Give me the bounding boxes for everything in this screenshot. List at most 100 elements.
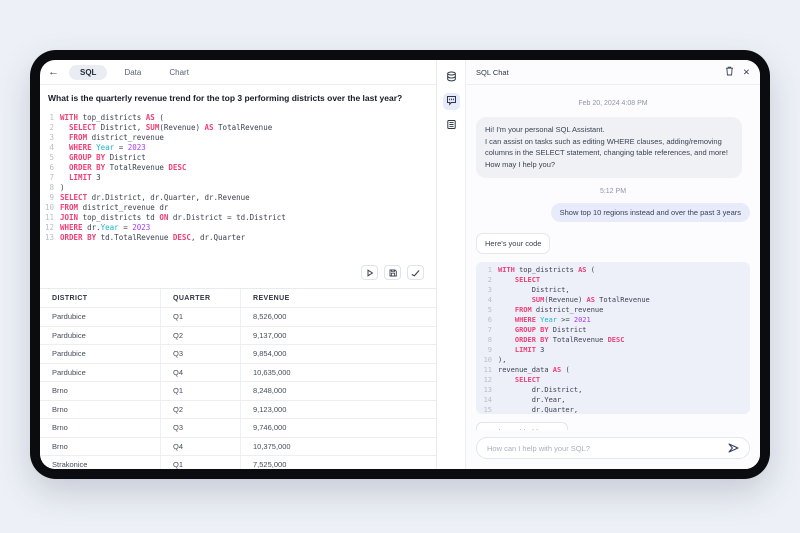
tab-chart[interactable]: Chart <box>158 65 200 80</box>
chat-time-stamp: 5:12 PM <box>476 188 750 195</box>
code-line: 10FROM district_revenue dr <box>40 203 436 213</box>
line-number: 9 <box>40 193 54 203</box>
table-cell: 10,635,000 <box>241 364 436 382</box>
line-number: 3 <box>476 285 492 295</box>
table-row: PardubiceQ410,635,000 <box>40 364 436 383</box>
code-line: 15 dr.Quarter, <box>476 405 750 414</box>
code-line: 8) <box>40 183 436 193</box>
code-line: 4 SUM(Revenue) AS TotalRevenue <box>476 295 750 305</box>
code-line: 7 GROUP BY District <box>476 325 750 335</box>
table-cell: Brno <box>40 419 161 437</box>
line-number: 7 <box>40 173 54 183</box>
table-cell: 10,375,000 <box>241 438 436 456</box>
chat-input-wrap <box>476 437 750 459</box>
chat-bubble-icon <box>446 93 457 111</box>
code-line: 1WITH top_districts AS ( <box>40 113 436 123</box>
line-number: 6 <box>476 315 492 325</box>
code-line: 10), <box>476 355 750 365</box>
run-query-button[interactable] <box>361 265 378 280</box>
code-line: 14 dr.Year, <box>476 395 750 405</box>
table-row: PardubiceQ18,526,000 <box>40 308 436 327</box>
line-number: 11 <box>40 213 54 223</box>
sidebar-item-chat[interactable] <box>443 93 460 110</box>
table-cell: Brno <box>40 401 161 419</box>
table-cell: Strakonice <box>40 456 161 469</box>
code-line: 13 dr.District, <box>476 385 750 395</box>
chat-input[interactable] <box>487 444 722 453</box>
code-line: 13ORDER BY td.TotalRevenue DESC, dr.Quar… <box>40 233 436 243</box>
code-line: 6 ORDER BY TotalRevenue DESC <box>40 163 436 173</box>
side-icon-rail <box>437 60 466 469</box>
line-number: 12 <box>40 223 54 233</box>
tab-data[interactable]: Data <box>113 65 152 80</box>
save-query-button[interactable] <box>384 265 401 280</box>
table-row: PardubiceQ39,854,000 <box>40 345 436 364</box>
format-sql-button[interactable] <box>407 265 424 280</box>
code-line: 2 SELECT District, SUM(Revenue) AS Total… <box>40 123 436 133</box>
table-row: BrnoQ39,746,000 <box>40 419 436 438</box>
chat-code-block[interactable]: 1WITH top_districts AS (2 SELECT3 Distri… <box>476 262 750 414</box>
table-cell: 9,137,000 <box>241 327 436 345</box>
code-line: 12WHERE dr.Year = 2023 <box>40 223 436 233</box>
chat-header: SQL Chat ✕ <box>466 60 760 85</box>
line-number: 4 <box>40 143 54 153</box>
line-number: 11 <box>476 365 492 375</box>
code-line: 3 FROM district_revenue <box>40 133 436 143</box>
table-cell: Q3 <box>161 419 241 437</box>
line-number: 2 <box>476 275 492 285</box>
line-number: 5 <box>40 153 54 163</box>
line-number: 2 <box>40 123 54 133</box>
code-line: 12 SELECT <box>476 375 750 385</box>
sql-editor-code[interactable]: 1WITH top_districts AS (2 SELECT Distric… <box>40 109 436 243</box>
clear-chat-button[interactable] <box>725 63 734 81</box>
line-number: 8 <box>40 183 54 193</box>
table-cell: 8,526,000 <box>241 308 436 326</box>
table-header-row: DISTRICTQUARTERREVENUE <box>40 289 436 308</box>
line-number: 15 <box>476 405 492 414</box>
sql-editor-panel: ← SQLDataChart What is the quarterly rev… <box>40 60 437 469</box>
column-header: QUARTER <box>161 289 241 307</box>
table-cell: Q4 <box>161 438 241 456</box>
sidebar-item-notes[interactable] <box>443 117 460 134</box>
table-cell: Q1 <box>161 456 241 469</box>
code-line: 9SELECT dr.District, dr.Quarter, dr.Reve… <box>40 193 436 203</box>
code-line: 1WITH top_districts AS ( <box>476 265 750 275</box>
table-cell: Brno <box>40 438 161 456</box>
table-cell: 7,525,000 <box>241 456 436 469</box>
tab-sql[interactable]: SQL <box>69 65 107 80</box>
column-header: DISTRICT <box>40 289 161 307</box>
table-cell: Pardubice <box>40 345 161 363</box>
line-number: 6 <box>40 163 54 173</box>
table-cell: Pardubice <box>40 364 161 382</box>
line-number: 5 <box>476 305 492 315</box>
chat-date-stamp: Feb 20, 2024 4:08 PM <box>476 100 750 107</box>
tab-bar: SQL Data Chart <box>69 65 200 80</box>
code-line: 4 WHERE Year = 2023 <box>40 143 436 153</box>
line-number: 12 <box>476 375 492 385</box>
table-cell: Q1 <box>161 308 241 326</box>
sql-chat-panel: SQL Chat ✕ Feb 20, 2024 4:08 PM Hi! I'm … <box>466 60 760 469</box>
sidebar-item-database[interactable] <box>443 69 460 86</box>
table-cell: 8,248,000 <box>241 382 436 400</box>
table-cell: Q2 <box>161 401 241 419</box>
table-row: PardubiceQ29,137,000 <box>40 327 436 346</box>
chat-messages: Feb 20, 2024 4:08 PM Hi! I'm your person… <box>466 85 760 430</box>
code-intro-chip: Here's your code <box>476 233 550 254</box>
table-cell: Pardubice <box>40 308 161 326</box>
table-cell: 9,123,000 <box>241 401 436 419</box>
send-icon[interactable] <box>728 443 739 453</box>
line-number: 10 <box>476 355 492 365</box>
table-row: BrnoQ29,123,000 <box>40 401 436 420</box>
play-icon <box>366 269 374 277</box>
close-chat-button[interactable]: ✕ <box>743 68 750 77</box>
replace-sql-button[interactable]: Replace with this SQL <box>476 422 568 431</box>
table-cell: Q4 <box>161 364 241 382</box>
database-icon <box>446 69 457 87</box>
app-screen: ← SQLDataChart What is the quarterly rev… <box>40 60 760 469</box>
code-line: 5 GROUP BY District <box>40 153 436 163</box>
user-message-bubble: Show top 10 regions instead and over the… <box>551 203 750 222</box>
table-row: BrnoQ410,375,000 <box>40 438 436 457</box>
line-number: 3 <box>40 133 54 143</box>
back-icon[interactable]: ← <box>48 67 59 78</box>
checkmark-icon <box>411 269 420 277</box>
